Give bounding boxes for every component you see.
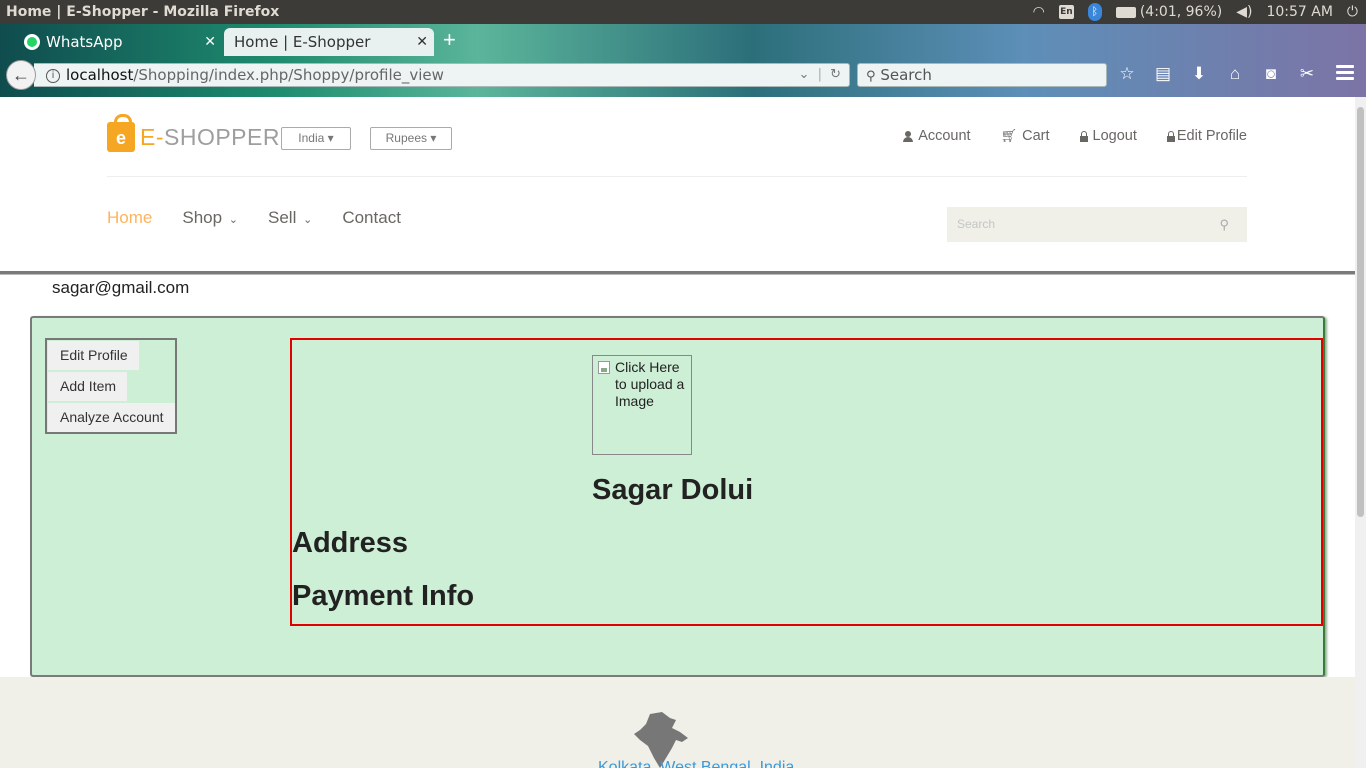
nav-sell[interactable]: Sell ⌄ <box>268 208 312 228</box>
url-dropdown-icon[interactable]: ⌄ <box>799 67 810 82</box>
logout-link[interactable]: Logout <box>1079 128 1137 144</box>
scrollbar-thumb[interactable] <box>1357 107 1364 517</box>
profile-image-alt: Click Here to upload a Image <box>615 359 685 409</box>
country-dropdown-label: India <box>298 131 325 145</box>
new-tab-button[interactable]: + <box>443 28 456 52</box>
keyboard-language-indicator[interactable]: En <box>1058 5 1074 19</box>
cart-link[interactable]: 🛒︎ Cart <box>1001 128 1050 144</box>
lock-icon <box>1079 130 1088 142</box>
profile-content: Click Here to upload a Image Sagar Dolui… <box>290 338 1323 626</box>
power-icon[interactable]: ⏻ <box>1347 4 1358 20</box>
lock-icon <box>1166 130 1175 142</box>
page-scrollbar[interactable] <box>1355 97 1366 768</box>
nav-contact[interactable]: Contact <box>342 208 401 228</box>
header-divider <box>107 176 1247 177</box>
logout-label: Logout <box>1092 128 1137 144</box>
clock[interactable]: 10:57 AM <box>1266 4 1332 20</box>
window-title: Home | E-Shopper - Mozilla Firefox <box>6 4 280 20</box>
menu-icon[interactable] <box>1336 65 1354 83</box>
battery-icon <box>1115 6 1136 18</box>
currency-dropdown-label: Rupees <box>385 131 427 145</box>
system-indicators: ◠ En ᛒ (4:01, 96%) ◀) 10:57 AM ⏻ <box>1033 0 1358 24</box>
cart-label: Cart <box>1022 128 1050 144</box>
wifi-icon[interactable]: ◠ <box>1033 4 1045 20</box>
close-tab-icon[interactable]: ✕ <box>204 34 216 50</box>
main-nav: Home Shop ⌄ Sell ⌄ Contact <box>107 208 401 228</box>
analyze-account-button[interactable]: Analyze Account <box>48 403 175 432</box>
bookmark-star-icon[interactable]: ☆ <box>1118 64 1136 84</box>
user-icon <box>903 130 914 142</box>
footer: Kolkata, West Bengal, India <box>0 677 1355 768</box>
page-viewport: e E-SHOPPER India ▾ Rupees ▾ Account 🛒︎ C… <box>0 97 1355 768</box>
search-icon: ⚲ <box>866 69 876 84</box>
browser-search-bar[interactable]: ⚲ Search <box>857 63 1107 87</box>
tab-label: Home | E-Shopper <box>234 33 371 51</box>
os-top-bar: Home | E-Shopper - Mozilla Firefox ◠ En … <box>0 0 1366 24</box>
profile-panel: Edit Profile Add Item Analyze Account Cl… <box>30 316 1325 677</box>
account-label: Account <box>918 128 971 144</box>
url-host: localhost <box>66 66 134 84</box>
reading-list-icon[interactable]: ▤ <box>1154 64 1172 84</box>
download-icon[interactable]: ⬇ <box>1190 64 1208 84</box>
chevron-down-icon: ⌄ <box>303 214 313 226</box>
browser-search-placeholder: Search <box>880 66 932 84</box>
edit-profile-button[interactable]: Edit Profile <box>48 341 139 370</box>
site-logo[interactable]: e E-SHOPPER <box>107 114 280 157</box>
profile-side-menu: Edit Profile Add Item Analyze Account <box>45 338 177 434</box>
chevron-down-icon: ⌄ <box>228 214 239 226</box>
pocket-icon[interactable]: ◙ <box>1262 64 1280 84</box>
nav-toolbar: i localhost/Shopping/index.php/Shoppy/pro… <box>0 56 1366 97</box>
search-icon[interactable]: ⚲ <box>1219 207 1229 242</box>
edit-profile-link[interactable]: Edit Profile <box>1166 128 1247 144</box>
edit-profile-label: Edit Profile <box>1176 128 1247 144</box>
add-item-button[interactable]: Add Item <box>48 372 127 401</box>
broken-image-icon <box>598 361 610 374</box>
url-bar[interactable]: i localhost/Shopping/index.php/Shoppy/pro… <box>34 63 850 87</box>
caret-down-icon: ▾ <box>327 131 334 145</box>
nav-home[interactable]: Home <box>107 208 152 228</box>
browser-chrome: WhatsApp ✕ Home | E-Shopper ✕ + i localho… <box>0 24 1366 97</box>
tab-label: WhatsApp <box>46 33 123 51</box>
url-path: /Shopping/index.php/Shoppy/profile_view <box>133 66 444 84</box>
profile-image-upload[interactable]: Click Here to upload a Image <box>592 355 692 455</box>
header-bottom-border <box>0 271 1355 275</box>
site-search-placeholder: Search <box>957 217 996 231</box>
account-link[interactable]: Account <box>903 128 971 144</box>
nav-sell-label: Sell <box>268 208 297 227</box>
nav-shop[interactable]: Shop ⌄ <box>182 208 238 228</box>
site-search-input[interactable]: Search ⚲ <box>947 207 1247 242</box>
site-info-icon[interactable]: i <box>46 68 60 83</box>
home-icon[interactable]: ⌂ <box>1226 64 1244 84</box>
shopping-bag-icon: e <box>107 114 135 152</box>
payment-info-heading: Payment Info <box>292 580 475 612</box>
country-dropdown[interactable]: India ▾ <box>281 127 351 150</box>
address-heading: Address <box>292 527 409 559</box>
tab-eshopper[interactable]: Home | E-Shopper ✕ <box>224 28 434 56</box>
url-bar-actions: ⌄ | ↻ <box>798 67 841 82</box>
nav-shop-label: Shop <box>182 208 223 227</box>
bluetooth-icon[interactable]: ᛒ <box>1087 3 1102 21</box>
battery-status: (4:01, 96%) <box>1139 4 1223 20</box>
tab-whatsapp[interactable]: WhatsApp ✕ <box>14 28 224 56</box>
extension-icon[interactable]: ✂ <box>1298 64 1316 84</box>
toolbar-icons: ☆ ▤ ⬇ ⌂ ◙ ✂ <box>1118 64 1316 84</box>
currency-dropdown[interactable]: Rupees ▾ <box>370 127 452 150</box>
battery-indicator[interactable]: (4:01, 96%) <box>1115 4 1223 20</box>
tab-strip: WhatsApp ✕ Home | E-Shopper ✕ + <box>0 24 1366 56</box>
close-tab-icon[interactable]: ✕ <box>416 34 428 50</box>
volume-icon[interactable]: ◀) <box>1236 4 1252 20</box>
cart-icon: 🛒︎ <box>1000 128 1018 143</box>
back-button[interactable]: ← <box>6 60 36 90</box>
user-email: sagar@gmail.com <box>52 278 190 297</box>
logo-text: E-SHOPPER <box>140 123 280 150</box>
profile-name: Sagar Dolui <box>592 474 754 506</box>
reload-icon[interactable]: ↻ <box>830 67 841 82</box>
whatsapp-icon <box>24 34 40 50</box>
header-links: Account 🛒︎ Cart Logout Edit Profile <box>903 128 1247 144</box>
caret-down-icon: ▾ <box>430 131 437 145</box>
footer-location-link[interactable]: Kolkata, West Bengal, India <box>598 759 794 768</box>
